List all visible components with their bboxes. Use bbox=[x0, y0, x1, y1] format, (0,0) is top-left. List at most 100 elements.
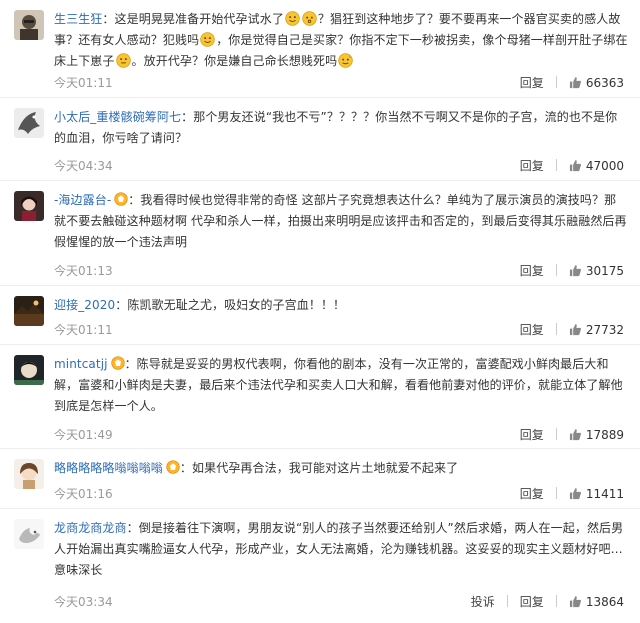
like-count: 11411 bbox=[585, 487, 624, 501]
like-count: 27732 bbox=[585, 323, 624, 337]
comment-text: 倒是接着往下演啊，男朋友说“别人的孩子当然要还给别人”然后求婚，两人在一起，然后… bbox=[54, 521, 624, 577]
colon-separator: ： bbox=[102, 12, 115, 26]
comment-meta: 今天01:11 回复 27732 bbox=[54, 322, 624, 338]
action-divider bbox=[555, 428, 557, 440]
comment-meta: 今天01:49 回复 17889 bbox=[54, 427, 624, 443]
comment-actions: 投诉 回复 13864 bbox=[471, 594, 624, 610]
reply-button[interactable]: 回复 bbox=[520, 263, 544, 279]
colon-separator: ： bbox=[128, 193, 141, 207]
member-badge-icon bbox=[114, 192, 128, 206]
like-button[interactable]: 27732 bbox=[569, 322, 624, 338]
colon-separator: ： bbox=[179, 461, 193, 475]
reply-button[interactable]: 回复 bbox=[520, 158, 544, 174]
comment-body: 生三生狂：这是明晃晃准备开始代孕试水了 ？猖狂到这种地步了？要不要再来一个器官买卖… bbox=[54, 9, 628, 72]
action-divider bbox=[555, 487, 557, 499]
like-button[interactable]: 30175 bbox=[569, 263, 624, 279]
comment-text: 这是明晃晃准备开始代孕试水了 bbox=[114, 12, 284, 26]
avatar[interactable] bbox=[14, 519, 44, 549]
comment-actions: 回复 27732 bbox=[520, 322, 624, 338]
avatar[interactable] bbox=[14, 10, 44, 40]
reply-button[interactable]: 回复 bbox=[520, 322, 544, 338]
comment-meta: 今天01:16 回复 11411 bbox=[54, 486, 624, 502]
comment-body: 迎接_2020：陈凯歌无耻之尤，吸妇女的子宫血！！！ bbox=[54, 295, 628, 316]
like-button[interactable]: 17889 bbox=[569, 427, 624, 443]
timestamp: 今天04:34 bbox=[54, 159, 113, 173]
reply-button[interactable]: 回复 bbox=[520, 427, 544, 443]
comment-meta: 今天01:11 回复 66363 bbox=[54, 75, 624, 91]
action-divider bbox=[555, 595, 557, 607]
comment-username[interactable]: 龙商龙商龙商 bbox=[54, 521, 127, 535]
comment-item: 小太后_重楼骸碗筹阿七：那个男友还说“我也不亏”？？？？你当然不亏啊又不是你的子… bbox=[0, 98, 640, 181]
comment-text: 。放开代孕？你是嫌自己命长想贱死吗 bbox=[131, 54, 338, 68]
action-divider bbox=[555, 159, 557, 171]
comment-username[interactable]: 略略略略略嗡嗡嗡嗡 bbox=[54, 461, 163, 475]
comment-item: 生三生狂：这是明晃晃准备开始代孕试水了 ？猖狂到这种地步了？要不要再来一个器官买卖… bbox=[0, 0, 640, 98]
thumbs-up-icon bbox=[569, 428, 582, 441]
comment-item: 迎接_2020：陈凯歌无耻之尤，吸妇女的子宫血！！！ 今天01:11 回复 277… bbox=[0, 286, 640, 345]
colon-separator: ： bbox=[115, 298, 128, 312]
thumbs-up-icon bbox=[569, 323, 582, 336]
comment-meta: 今天03:34 投诉 回复 13864 bbox=[54, 594, 624, 610]
avatar[interactable] bbox=[14, 296, 44, 326]
reply-button[interactable]: 回复 bbox=[520, 594, 544, 610]
timestamp: 今天03:34 bbox=[54, 595, 113, 609]
avatar[interactable] bbox=[14, 108, 44, 138]
comment-item: -海边露台- ：我看得时候也觉得非常的奇怪 这部片子究竟想表达什么？单纯为了展示演… bbox=[0, 181, 640, 286]
timestamp: 今天01:11 bbox=[54, 323, 113, 337]
like-count: 30175 bbox=[585, 264, 624, 278]
like-button[interactable]: 66363 bbox=[569, 75, 624, 91]
question-emoji-icon bbox=[302, 11, 317, 26]
report-button[interactable]: 投诉 bbox=[471, 594, 495, 610]
member-badge-icon bbox=[166, 460, 180, 474]
like-count: 17889 bbox=[585, 428, 624, 442]
comment-item: 略略略略略嗡嗡嗡嗡 ：如果代孕再合法，我可能对这片土地就爱不起来了 今天01:16… bbox=[0, 449, 640, 509]
comment-body: mintcatjj ：陈导就是妥妥的男权代表啊，你看他的剧本，没有一次正常的，富婆… bbox=[54, 354, 628, 417]
comment-username[interactable]: 小太后_重楼骸碗筹阿七 bbox=[54, 110, 181, 124]
thumbs-up-icon bbox=[569, 264, 582, 277]
like-button[interactable]: 47000 bbox=[569, 158, 624, 174]
action-divider bbox=[555, 264, 557, 276]
comment-body: 龙商龙商龙商：倒是接着往下演啊，男朋友说“别人的孩子当然要还给别人”然后求婚，两… bbox=[54, 518, 628, 581]
reply-button[interactable]: 回复 bbox=[520, 486, 544, 502]
comment-actions: 回复 47000 bbox=[520, 158, 624, 174]
smile-emoji-icon bbox=[115, 53, 131, 68]
like-count: 47000 bbox=[585, 159, 624, 173]
timestamp: 今天01:49 bbox=[54, 428, 113, 442]
action-divider bbox=[506, 595, 508, 607]
smile-emoji-icon bbox=[285, 11, 300, 26]
comment-body: 小太后_重楼骸碗筹阿七：那个男友还说“我也不亏”？？？？你当然不亏啊又不是你的子… bbox=[54, 107, 628, 149]
comment-actions: 回复 66363 bbox=[520, 75, 624, 91]
comment-meta: 今天04:34 回复 47000 bbox=[54, 158, 624, 174]
like-button[interactable]: 13864 bbox=[569, 594, 624, 610]
action-divider bbox=[555, 76, 557, 88]
comment-item: mintcatjj ：陈导就是妥妥的男权代表啊，你看他的剧本，没有一次正常的，富婆… bbox=[0, 345, 640, 449]
reply-button[interactable]: 回复 bbox=[520, 75, 544, 91]
like-count: 66363 bbox=[585, 76, 624, 90]
colon-separator: ： bbox=[124, 357, 137, 371]
avatar[interactable] bbox=[14, 191, 44, 221]
comment-actions: 回复 11411 bbox=[520, 486, 624, 502]
comment-username[interactable]: mintcatjj bbox=[54, 357, 108, 371]
action-divider bbox=[555, 323, 557, 335]
comment-text: 如果代孕再合法，我可能对这片土地就爱不起来了 bbox=[192, 461, 459, 475]
comment-username[interactable]: -海边露台- bbox=[54, 193, 111, 207]
timestamp: 今天01:13 bbox=[54, 264, 113, 278]
thumbs-up-icon bbox=[569, 159, 582, 172]
comment-body: -海边露台- ：我看得时候也觉得非常的奇怪 这部片子究竟想表达什么？单纯为了展示演… bbox=[54, 190, 628, 253]
colon-separator: ： bbox=[181, 110, 194, 124]
comment-username[interactable]: 迎接_2020 bbox=[54, 298, 115, 312]
smile-emoji-icon bbox=[200, 32, 215, 47]
thumbs-up-icon bbox=[569, 595, 582, 608]
avatar[interactable] bbox=[14, 355, 44, 385]
like-button[interactable]: 11411 bbox=[569, 486, 624, 502]
avatar[interactable] bbox=[14, 459, 44, 489]
timestamp: 今天01:16 bbox=[54, 487, 113, 501]
comment-text: 陈凯歌无耻之尤，吸妇女的子宫血！！！ bbox=[127, 298, 346, 312]
comment-actions: 回复 17889 bbox=[520, 427, 624, 443]
comment-text: 我看得时候也觉得非常的奇怪 这部片子究竟想表达什么？单纯为了展示演员的演技吗？那… bbox=[54, 193, 627, 249]
like-count: 13864 bbox=[585, 595, 624, 609]
comment-username[interactable]: 生三生狂 bbox=[54, 12, 102, 26]
comment-list: 生三生狂：这是明晃晃准备开始代孕试水了 ？猖狂到这种地步了？要不要再来一个器官买卖… bbox=[0, 0, 640, 623]
timestamp: 今天01:11 bbox=[54, 76, 113, 90]
colon-separator: ： bbox=[126, 521, 139, 535]
